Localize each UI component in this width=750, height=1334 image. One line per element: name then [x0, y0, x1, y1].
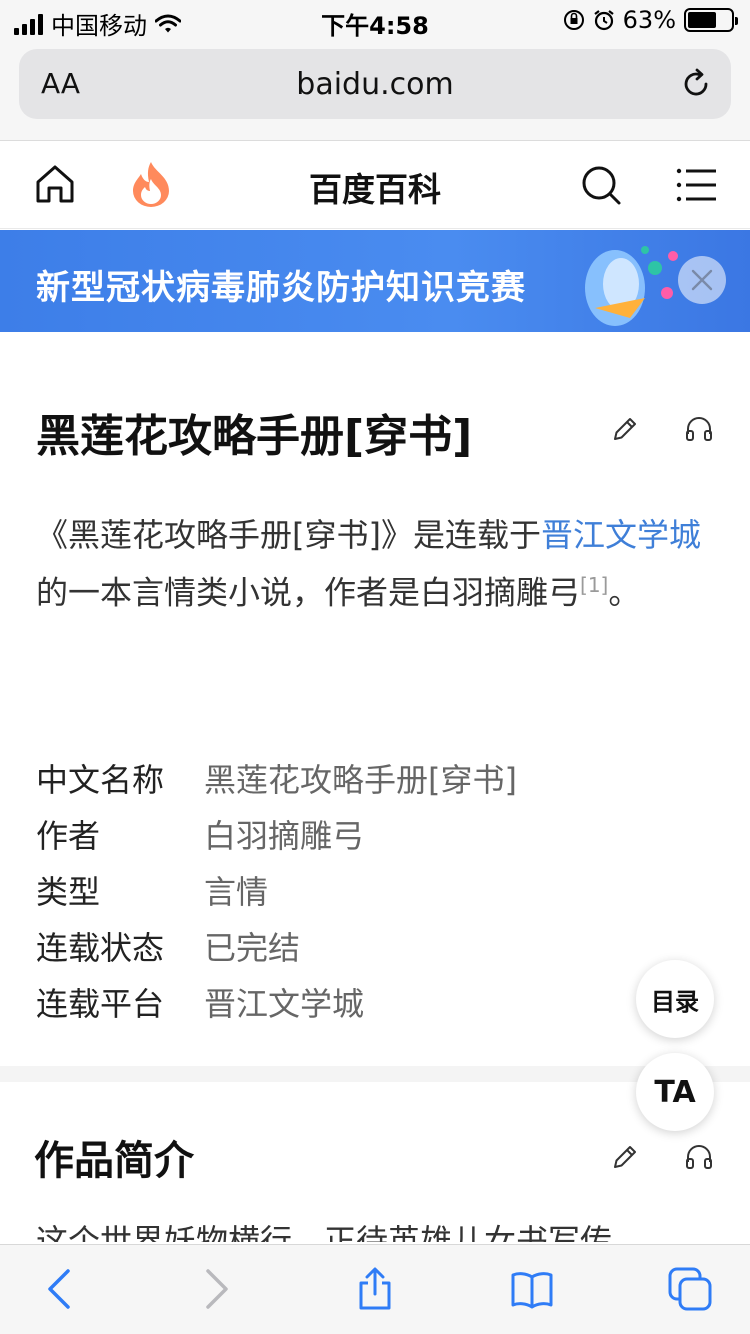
ta-button[interactable]: TA — [636, 1053, 714, 1131]
site-header: 百度百科 — [0, 141, 750, 229]
menu-icon[interactable] — [676, 167, 718, 203]
article-title: 黑莲花攻略手册[穿书] — [36, 411, 473, 462]
info-value: 白羽摘雕弓 — [204, 817, 365, 855]
info-value: 言情 — [204, 873, 269, 911]
edit-pencil-icon[interactable] — [610, 1142, 640, 1172]
intro-text-2: 的一本言情类小说，作者是白羽摘雕弓 — [36, 573, 581, 612]
bookmarks-icon[interactable] — [510, 1267, 554, 1311]
battery-percent: 63% — [622, 6, 676, 34]
toc-button[interactable]: 目录 — [636, 960, 714, 1038]
headphones-icon[interactable] — [684, 414, 714, 444]
info-row: 连载平台 晋江文学城 — [36, 974, 636, 1030]
platform-link[interactable]: 晋江文学城 — [541, 516, 701, 554]
info-row: 连载状态 已完结 — [36, 918, 636, 974]
info-value: 黑莲花攻略手册[穿书] — [204, 761, 517, 799]
browser-toolbar — [0, 1244, 750, 1334]
info-key: 作者 — [36, 817, 101, 855]
reload-icon[interactable] — [679, 67, 713, 101]
info-box: 中文名称 黑莲花攻略手册[穿书] 作者 白羽摘雕弓 类型 言情 连载状态 已完结… — [36, 750, 636, 1030]
info-row: 类型 言情 — [36, 862, 636, 918]
info-row: 中文名称 黑莲花攻略手册[穿书] — [36, 750, 636, 806]
battery-icon — [684, 8, 738, 32]
close-icon — [691, 269, 713, 291]
site-title: 百度百科 — [309, 170, 441, 209]
tabs-icon[interactable] — [668, 1267, 712, 1311]
info-row: 作者 白羽摘雕弓 — [36, 806, 636, 862]
back-arrow-icon[interactable] — [38, 1267, 82, 1311]
info-key: 连载状态 — [36, 929, 165, 967]
intro-text-1: 《黑莲花攻略手册[穿书]》是连载于 — [36, 516, 541, 554]
info-value: 已完结 — [204, 929, 301, 967]
status-bar: 中国移动 下午4:58 63% — [0, 0, 750, 42]
orientation-lock-icon — [563, 10, 584, 30]
info-key: 类型 — [36, 873, 101, 911]
reference-marker[interactable]: [1] — [580, 573, 608, 597]
virus-illustration-icon — [585, 246, 678, 326]
headphones-icon[interactable] — [684, 1142, 714, 1172]
address-bar[interactable]: AA baidu.com — [19, 49, 731, 119]
section-preview-text: 这个世界妖物横行，正待英雄儿女书写传 — [36, 1222, 613, 1242]
info-value: 晋江文学城 — [204, 985, 365, 1023]
edit-pencil-icon[interactable] — [610, 414, 640, 444]
info-key: 中文名称 — [36, 761, 165, 799]
banner-close-button[interactable] — [678, 256, 726, 304]
url-text[interactable]: baidu.com — [19, 67, 731, 102]
alarm-icon — [593, 10, 614, 31]
section-title: 作品简介 — [34, 1138, 194, 1184]
search-icon[interactable] — [580, 164, 622, 206]
banner-text: 新型冠状病毒肺炎防护知识竞赛 — [36, 268, 526, 308]
info-key: 连载平台 — [36, 985, 165, 1023]
article-intro: 《黑莲花攻略手册[穿书]》是连载于晋江文学城的一本言情类小说，作者是白羽摘雕弓[… — [36, 510, 716, 618]
share-icon[interactable] — [353, 1267, 397, 1311]
forward-arrow-icon[interactable] — [194, 1267, 238, 1311]
intro-text-3: 。 — [608, 573, 641, 612]
browser-top-chrome: 中国移动 下午4:58 63% AA baidu.com — [0, 0, 750, 141]
promo-banner[interactable]: 新型冠状病毒肺炎防护知识竞赛 — [0, 230, 750, 332]
